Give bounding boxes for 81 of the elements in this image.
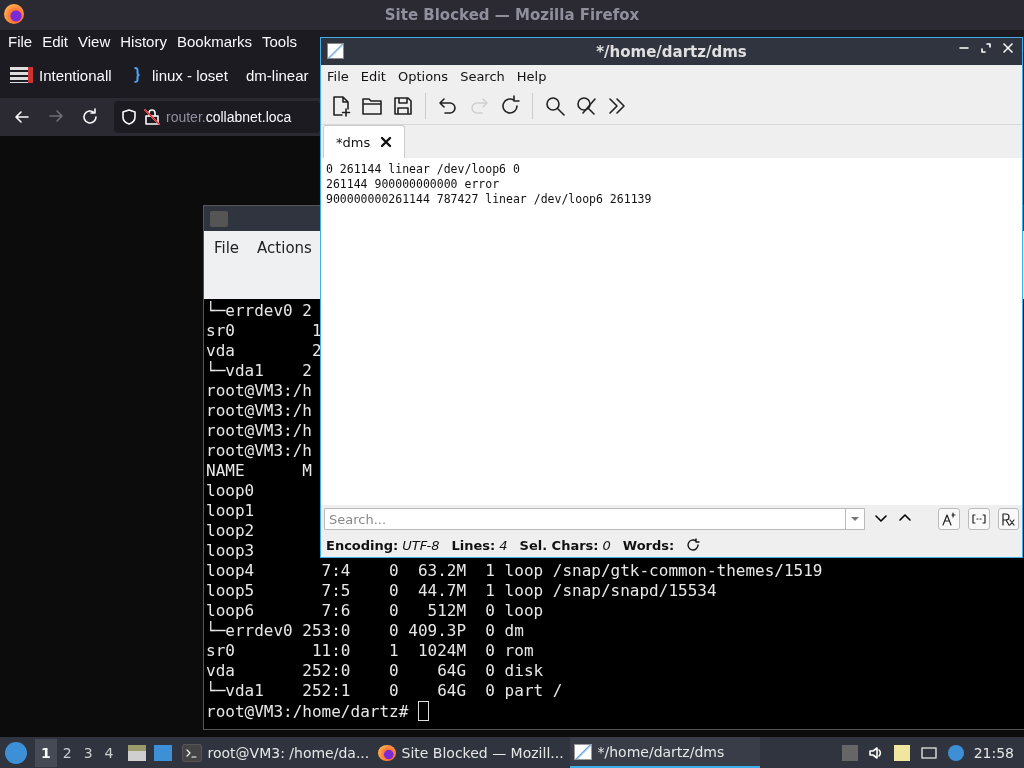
regex-icon[interactable] (997, 508, 1019, 530)
terminal-line: sr0 1 (206, 321, 322, 340)
text-line: 0 261144 linear /dev/loop6 0 (326, 162, 520, 176)
browser-tab[interactable]: linux - loset (124, 66, 242, 84)
match-case-icon[interactable] (938, 508, 960, 530)
terminal-line: └─errdev0 253:0 0 409.3P 0 dm (206, 621, 524, 640)
menu-item[interactable]: Bookmarks (172, 32, 256, 50)
network-icon (919, 744, 938, 761)
window-title: Site Blocked — Mozilla Firefox (384, 6, 640, 24)
terminal-line: NAME M (206, 461, 312, 480)
caret-icon (849, 516, 860, 522)
reload-icon (80, 107, 100, 127)
menu-item[interactable]: Edit (38, 32, 73, 50)
address-bar[interactable]: router.collabnet.loca (114, 101, 320, 133)
workspace-button[interactable]: 1 (35, 738, 57, 767)
taskbar-task[interactable]: root@VM3: /home/da... (177, 737, 368, 768)
taskbar-task[interactable]: Site Blocked — Mozill... (373, 737, 564, 768)
menu-item[interactable]: File (214, 239, 240, 257)
terminal-line: root@VM3:/h (206, 441, 312, 460)
menu-item[interactable]: Tools (258, 32, 301, 50)
terminal-line: loop5 7:5 0 44.7M 1 loop /snap/snapd/15534 (206, 581, 717, 600)
terminal-line: loop1 (206, 501, 255, 520)
clock: 21:58 (973, 744, 1014, 761)
search-pencil-icon[interactable] (574, 94, 598, 118)
text-area[interactable]: 0 261144 linear /dev/loop6 0 261144 900000000000 error 900000000261144 787427 linear /dev/loop6 261139 (321, 158, 1022, 505)
document-tab[interactable]: *dms (323, 125, 406, 158)
terminal-line: vda 252:0 0 64G 0 disk (206, 661, 544, 680)
text-line: 900000000261144 787427 linear /dev/loop6 261139 (326, 192, 652, 206)
browser-tab[interactable]: dm-linear (242, 66, 313, 84)
terminal-line: sr0 11:0 1 1024M 0 rom (206, 641, 534, 660)
site-icon (10, 67, 33, 83)
shield-icon (120, 108, 138, 126)
text-cursor (417, 701, 429, 721)
terminal-line: root@VM3:/home/dartz# (206, 702, 410, 721)
status-item: Sel. Chars: 0 (519, 537, 611, 553)
menu-item[interactable]: Search (460, 69, 505, 84)
browser-tab[interactable]: Intentionall (6, 66, 124, 84)
maximize-icon (980, 42, 992, 54)
lock-icon (143, 108, 161, 126)
search-field[interactable]: Search... (324, 508, 846, 530)
editor-icon (327, 43, 344, 59)
text-line: 261144 900000000000 error (326, 177, 500, 191)
terminal-line: └─vda1 252:1 0 64G 0 part / (206, 681, 563, 700)
menu-item[interactable]: Help (516, 69, 547, 84)
menu-item[interactable]: Actions (257, 239, 312, 257)
refresh-icon (686, 538, 701, 552)
status-item: Lines: 4 (451, 537, 508, 553)
terminal-line: vda 2 (206, 341, 322, 360)
editor-icon (573, 743, 592, 760)
volume-icon (867, 744, 884, 761)
close-icon (1002, 42, 1014, 54)
status-item: Encoding: UTF-8 (326, 537, 440, 553)
menu-item[interactable]: History (116, 32, 171, 50)
terminal-line: loop4 7:4 0 63.2M 1 loop /snap/gtk-common-themes/1519 (206, 561, 823, 580)
window-title: */home/dartz/dms (596, 42, 747, 61)
menu-item[interactable]: File (4, 32, 37, 50)
terminal-line: loop0 (206, 481, 255, 500)
terminal-line: loop3 (206, 541, 255, 560)
terminal-line: root@VM3:/h (206, 381, 312, 400)
search-icon[interactable] (543, 94, 567, 118)
workspace-button[interactable]: 4 (98, 744, 120, 761)
terminal-line: loop2 (206, 521, 255, 540)
workspace-button[interactable]: 2 (56, 744, 78, 761)
menu-item[interactable]: View (74, 32, 115, 50)
dropdown-button[interactable] (845, 508, 865, 530)
firefox-icon (4, 4, 24, 24)
menu-item[interactable]: File (327, 69, 349, 84)
terminal-line: loop6 7:6 0 512M 0 loop (206, 601, 544, 620)
whole-word-icon[interactable] (968, 508, 990, 530)
terminal-line: root@VM3:/h (206, 401, 312, 420)
menu-item[interactable]: Options (397, 69, 449, 84)
close-icon (380, 136, 393, 148)
terminal-line: └─errdev0 2 (206, 301, 312, 320)
firefox-icon (377, 744, 396, 761)
taskbar-task[interactable]: */home/dartz/dms (569, 737, 760, 768)
terminal-line: root@VM3:/h (206, 421, 312, 440)
terminal-line: └─vda1 2 (206, 361, 312, 380)
save-icon[interactable] (391, 94, 415, 118)
workspace-button[interactable]: 3 (77, 744, 99, 761)
status-item: Words: (622, 537, 675, 553)
menu-item[interactable]: Edit (360, 69, 386, 84)
